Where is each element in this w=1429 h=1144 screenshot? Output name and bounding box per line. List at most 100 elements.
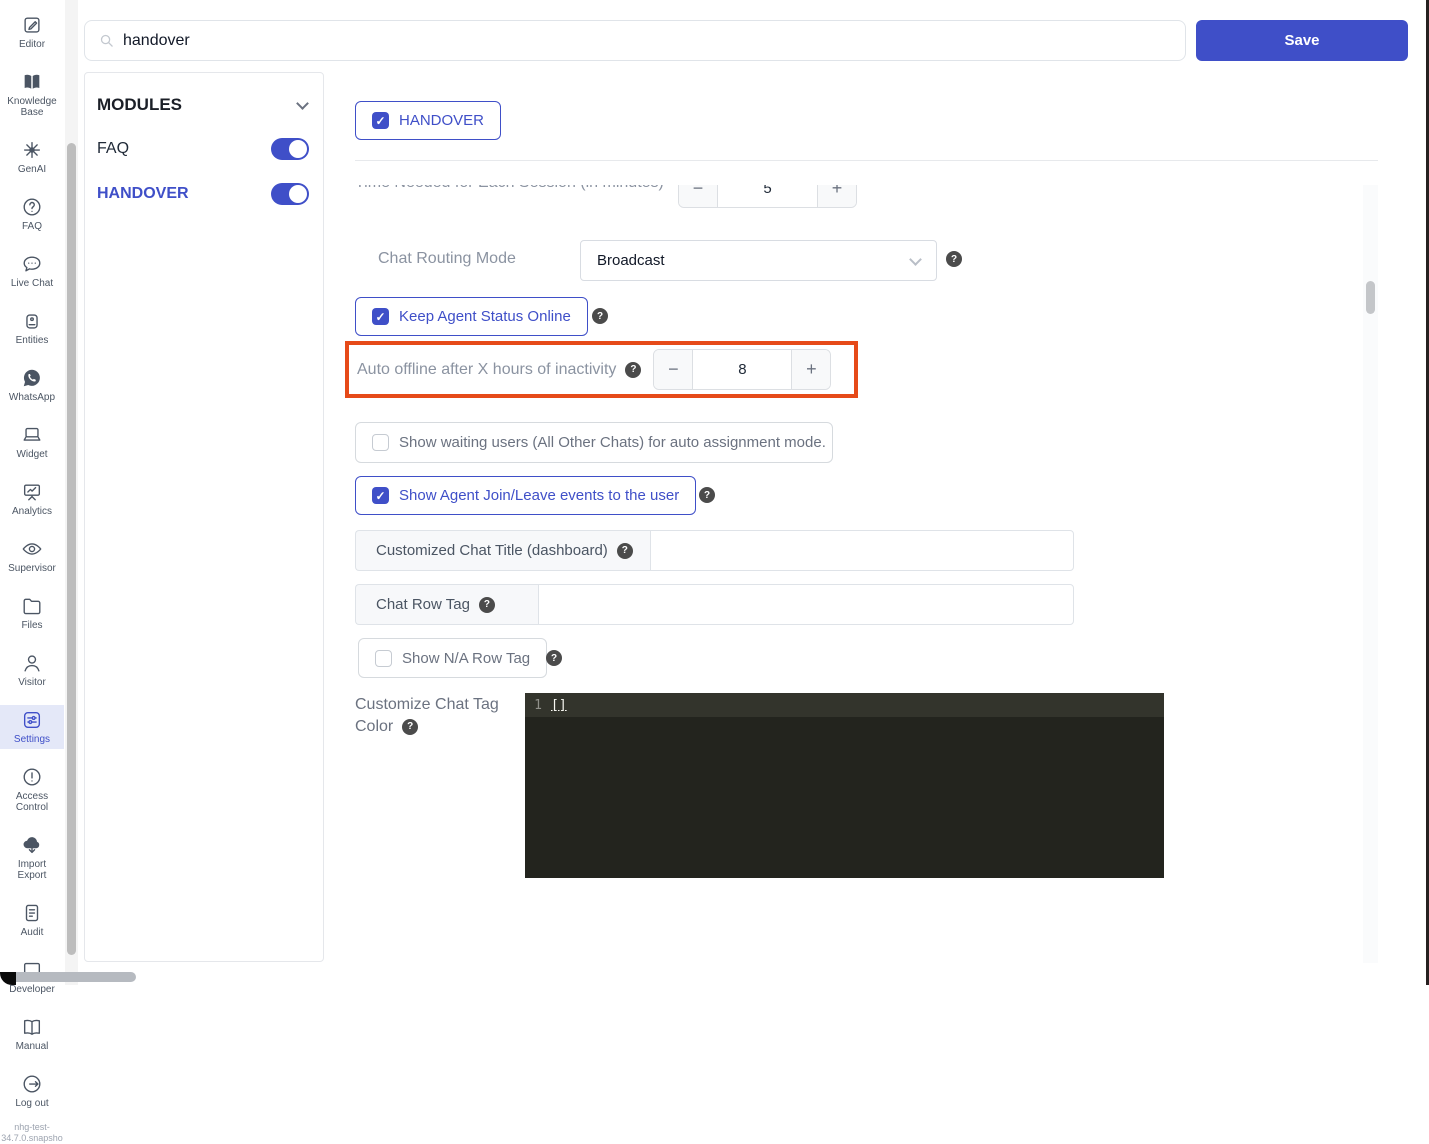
sidebar-item-knowledge-base[interactable]: Knowledge Base: [0, 67, 64, 122]
module-row-faq: FAQ: [85, 138, 323, 160]
sidebar-item-logout[interactable]: Log out: [0, 1069, 64, 1113]
auto-offline-value[interactable]: 8: [693, 350, 792, 389]
module-label[interactable]: FAQ: [97, 140, 129, 158]
chat-routing-label: Chat Routing Mode: [378, 250, 516, 267]
chat-title-label: Customized Chat Title (dashboard): [376, 542, 608, 559]
sidebar-item-widget[interactable]: Widget: [0, 420, 64, 464]
sidebar-item-label: Import Export: [17, 859, 47, 881]
module-label[interactable]: HANDOVER: [97, 185, 189, 203]
chat-tag-color-editor[interactable]: 1 []: [525, 693, 1164, 878]
sidebar-item-visitor[interactable]: Visitor: [0, 648, 64, 692]
modules-panel: MODULES FAQ HANDOVER: [84, 72, 324, 962]
editor-icon: [21, 14, 43, 36]
visitor-icon: [21, 652, 43, 674]
search-input[interactable]: handover: [84, 20, 1186, 61]
minus-button[interactable]: −: [679, 185, 718, 207]
modules-title: MODULES: [97, 95, 182, 114]
chevron-down-icon[interactable]: [296, 96, 309, 110]
analytics-icon: [21, 481, 43, 503]
help-icon[interactable]: [478, 596, 495, 613]
audit-icon: [21, 902, 43, 924]
sidebar-item-supervisor[interactable]: Supervisor: [0, 534, 64, 578]
auto-offline-stepper: − 8 +: [653, 349, 832, 390]
import-export-icon: [21, 834, 43, 856]
sidebar-item-label: Developer: [9, 984, 55, 995]
chat-tag-color-label-line2: Color: [355, 718, 394, 735]
chevron-down-icon: [909, 252, 922, 266]
plus-button[interactable]: +: [791, 350, 831, 389]
search-icon: [100, 34, 113, 47]
help-icon[interactable]: [546, 650, 562, 666]
files-icon: [21, 595, 43, 617]
show-na-row-tag-chip[interactable]: Show N/A Row Tag: [358, 638, 548, 678]
help-icon[interactable]: [402, 719, 419, 735]
entities-icon: [21, 310, 43, 332]
session-time-value[interactable]: 5: [718, 185, 817, 207]
widget-icon: [21, 424, 43, 446]
sidebar-item-settings[interactable]: Settings: [0, 705, 64, 749]
sidebar-item-analytics[interactable]: Analytics: [0, 477, 64, 521]
section-divider: [355, 160, 1378, 161]
help-icon[interactable]: [592, 308, 608, 324]
icon-sidebar: Editor Knowledge Base GenAI FAQ Live Chat Ent…: [0, 0, 64, 1143]
help-icon[interactable]: [625, 361, 642, 378]
settings-icon: [21, 709, 43, 731]
sidebar-item-whatsapp[interactable]: WhatsApp: [0, 363, 64, 407]
access-control-icon: [21, 766, 43, 788]
horizontal-scrollbar-thumb[interactable]: [8, 972, 136, 982]
session-time-label: Time Needed for Each Session (in minutes…: [355, 185, 664, 192]
editor-line-number: 1: [534, 697, 542, 713]
sidebar-item-label: Entities: [15, 335, 49, 346]
sidebar-scrollbar-thumb[interactable]: [67, 143, 76, 955]
sidebar-item-label: Widget: [16, 449, 48, 460]
chat-row-tag-input[interactable]: [538, 584, 1074, 625]
checkbox-unchecked-icon[interactable]: [372, 434, 389, 451]
main-scrollbar-thumb[interactable]: [1366, 281, 1375, 314]
sidebar-item-files[interactable]: Files: [0, 591, 64, 635]
chat-title-input[interactable]: [650, 530, 1074, 571]
save-button[interactable]: Save: [1196, 20, 1408, 61]
sidebar-item-label: FAQ: [21, 221, 42, 232]
chat-row-tag-group: Chat Row Tag: [355, 584, 1074, 625]
sidebar-item-label: WhatsApp: [8, 392, 56, 403]
live-chat-icon: [21, 253, 43, 275]
sidebar-item-audit[interactable]: Audit: [0, 898, 64, 942]
toggle-switch[interactable]: [271, 183, 309, 205]
editor-code[interactable]: []: [551, 698, 567, 713]
sidebar-item-entities[interactable]: Entities: [0, 306, 64, 350]
join-leave-events-chip[interactable]: Show Agent Join/Leave events to the user: [355, 476, 697, 515]
supervisor-icon: [21, 538, 43, 560]
sidebar-item-access-control[interactable]: Access Control: [0, 762, 64, 817]
sidebar-item-label: Live Chat: [10, 278, 54, 289]
sidebar-item-label: Supervisor: [8, 563, 56, 574]
sidebar-item-live-chat[interactable]: Live Chat: [0, 249, 64, 293]
sidebar-item-label: Analytics: [11, 506, 52, 517]
checkbox-checked-icon[interactable]: [372, 308, 389, 325]
checkbox-unchecked-icon[interactable]: [375, 649, 392, 667]
checkbox-checked-icon[interactable]: [372, 112, 389, 129]
settings-scroll-area: Time Needed for Each Session (in minutes…: [345, 185, 1386, 963]
manual-icon: [21, 1016, 43, 1038]
minus-button[interactable]: −: [654, 350, 694, 389]
sidebar-item-genai[interactable]: GenAI: [0, 135, 64, 179]
sidebar-item-faq[interactable]: FAQ: [0, 192, 64, 236]
sidebar-item-editor[interactable]: Editor: [0, 10, 64, 54]
faq-icon: [21, 196, 43, 218]
sidebar-item-import-export[interactable]: Import Export: [0, 830, 64, 885]
show-na-row-tag-label: Show N/A Row Tag: [402, 649, 531, 667]
help-icon[interactable]: [946, 251, 962, 267]
toggle-switch[interactable]: [271, 138, 309, 160]
handover-checkbox-chip[interactable]: HANDOVER: [355, 101, 502, 140]
show-waiting-users-chip[interactable]: Show waiting users (All Other Chats) for…: [355, 422, 833, 463]
keep-agent-online-chip[interactable]: Keep Agent Status Online: [355, 297, 588, 336]
auto-offline-label: Auto offline after X hours of inactivity: [357, 360, 617, 378]
plus-button[interactable]: +: [817, 185, 856, 207]
sidebar-item-label: Settings: [13, 734, 51, 745]
help-icon[interactable]: [699, 487, 715, 503]
help-icon[interactable]: [616, 542, 633, 559]
checkbox-checked-icon[interactable]: [372, 487, 389, 504]
keep-agent-online-label: Keep Agent Status Online: [399, 308, 571, 325]
chat-routing-select[interactable]: Broadcast: [580, 240, 937, 281]
sidebar-item-manual[interactable]: Manual: [0, 1012, 64, 1056]
sidebar-item-label: Log out: [15, 1098, 49, 1109]
